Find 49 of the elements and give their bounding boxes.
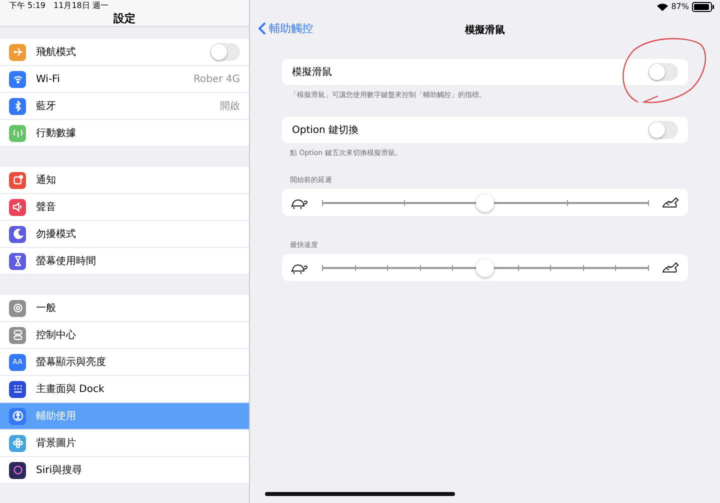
wifi-icon bbox=[657, 2, 668, 10]
toggle-switch[interactable] bbox=[648, 63, 678, 81]
sidebar-item[interactable]: 行動數據 bbox=[0, 120, 249, 147]
sidebar-item[interactable]: 飛航模式 bbox=[0, 39, 249, 66]
item-value: 開啟 bbox=[220, 100, 240, 113]
sidebar-item[interactable]: Wi-Fi Rober 4G bbox=[0, 66, 249, 93]
setting-label: 模擬滑鼠 bbox=[292, 66, 332, 79]
item-label: 行動數據 bbox=[36, 126, 77, 140]
item-label: 通知 bbox=[36, 174, 57, 187]
battery-percent: 87% bbox=[671, 2, 689, 11]
sidebar-item[interactable]: 聲音 bbox=[0, 194, 249, 221]
item-label: 背景圖片 bbox=[36, 436, 77, 450]
turtle-icon bbox=[290, 196, 308, 208]
sidebar-item[interactable]: 一般 bbox=[0, 295, 249, 322]
turtle-icon bbox=[290, 262, 308, 274]
sidebar-item[interactable]: Siri與搜尋 bbox=[0, 457, 249, 484]
sidebar-item[interactable]: 藍牙 開啟 bbox=[0, 93, 249, 120]
item-label: Wi-Fi bbox=[36, 74, 61, 84]
item-label: 螢幕使用時間 bbox=[36, 254, 97, 268]
page-title: 模擬滑鼠 bbox=[465, 24, 505, 36]
sidebar-item[interactable]: 通知 bbox=[0, 167, 249, 194]
status-date: 11月18日 週一 bbox=[54, 0, 108, 11]
sidebar-item[interactable]: 勿擾模式 bbox=[0, 221, 249, 248]
slider-track[interactable] bbox=[322, 194, 648, 212]
item-label: 控制中心 bbox=[36, 328, 77, 342]
status-time: 下午 5:19 bbox=[9, 0, 46, 11]
chevron-left-icon bbox=[258, 22, 266, 35]
slider-track[interactable] bbox=[322, 258, 648, 276]
item-label: 聲音 bbox=[36, 200, 57, 214]
item-label: 藍牙 bbox=[36, 100, 57, 113]
item-value: Rober 4G bbox=[193, 74, 240, 84]
sidebar-item[interactable]: 控制中心 bbox=[0, 322, 249, 349]
toggle-switch[interactable] bbox=[210, 43, 240, 61]
slider-thumb[interactable] bbox=[476, 194, 494, 212]
item-label: 主畫面與 Dock bbox=[36, 382, 106, 396]
item-label: 一般 bbox=[36, 302, 57, 315]
sidebar-item[interactable]: 背景圖片 bbox=[0, 430, 249, 457]
item-label: 飛航模式 bbox=[36, 46, 77, 59]
item-label: 輔助使用 bbox=[36, 410, 77, 423]
item-label: Siri與搜尋 bbox=[36, 464, 84, 477]
battery-icon bbox=[692, 2, 714, 12]
toggle-switch[interactable] bbox=[648, 121, 678, 139]
item-label: 螢幕顯示與亮度 bbox=[36, 356, 107, 369]
sidebar-item[interactable]: 螢幕使用時間 bbox=[0, 248, 249, 275]
item-label: 勿擾模式 bbox=[36, 228, 77, 241]
back-button[interactable]: 輔助觸控 bbox=[258, 21, 313, 36]
slider-thumb[interactable] bbox=[476, 258, 494, 276]
setting-label: Option 鍵切換 bbox=[292, 124, 359, 137]
sidebar-title: 設定 bbox=[0, 11, 249, 27]
